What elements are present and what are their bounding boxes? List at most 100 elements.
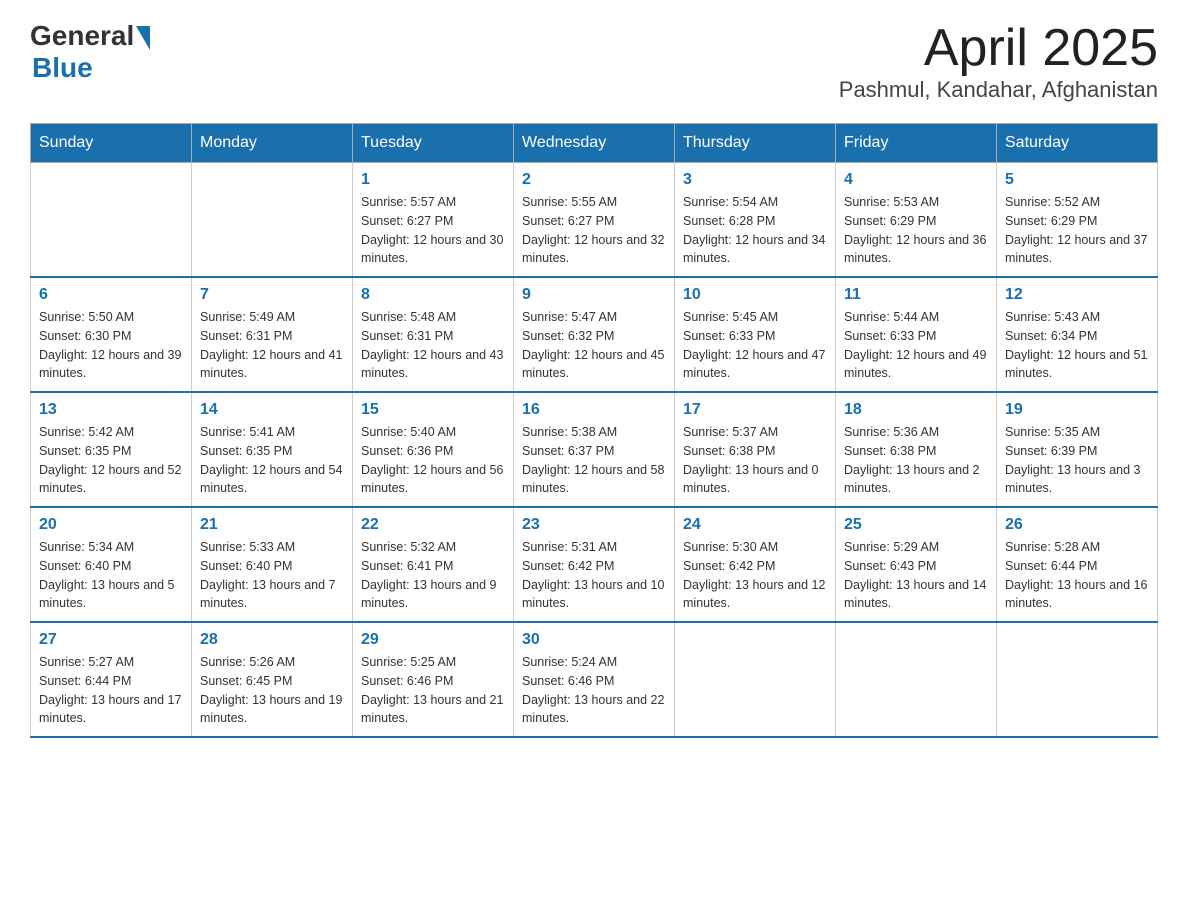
day-info: Sunrise: 5:54 AMSunset: 6:28 PMDaylight:… — [683, 193, 827, 268]
table-row: 20Sunrise: 5:34 AMSunset: 6:40 PMDayligh… — [31, 507, 192, 622]
calendar-title: April 2025 — [839, 20, 1158, 77]
col-sunday: Sunday — [31, 124, 192, 163]
day-number: 8 — [361, 286, 505, 304]
table-row: 25Sunrise: 5:29 AMSunset: 6:43 PMDayligh… — [836, 507, 997, 622]
day-info: Sunrise: 5:40 AMSunset: 6:36 PMDaylight:… — [361, 423, 505, 498]
table-row: 13Sunrise: 5:42 AMSunset: 6:35 PMDayligh… — [31, 392, 192, 507]
table-row: 7 Sunrise: 5:49 AMSunset: 6:31 PMDaylight… — [192, 277, 353, 392]
day-number: 20 — [39, 516, 183, 534]
day-info: Sunrise: 5:55 AMSunset: 6:27 PMDaylight:… — [522, 193, 666, 268]
day-number: 17 — [683, 401, 827, 419]
day-number: 7 — [200, 286, 344, 304]
day-number: 6 — [39, 286, 183, 304]
day-number: 24 — [683, 516, 827, 534]
table-row: 1 Sunrise: 5:57 AMSunset: 6:27 PMDaylight… — [353, 163, 514, 278]
table-row: 8 Sunrise: 5:48 AMSunset: 6:31 PMDaylight… — [353, 277, 514, 392]
day-info: Sunrise: 5:47 AMSunset: 6:32 PMDaylight:… — [522, 308, 666, 383]
day-info: Sunrise: 5:28 AMSunset: 6:44 PMDaylight:… — [1005, 538, 1149, 613]
table-row — [31, 163, 192, 278]
day-info: Sunrise: 5:36 AMSunset: 6:38 PMDaylight:… — [844, 423, 988, 498]
day-number: 18 — [844, 401, 988, 419]
table-row: 4 Sunrise: 5:53 AMSunset: 6:29 PMDaylight… — [836, 163, 997, 278]
day-number: 13 — [39, 401, 183, 419]
day-number: 28 — [200, 631, 344, 649]
day-number: 2 — [522, 171, 666, 189]
table-row: 28 Sunrise: 5:26 AMSunset: 6:45 PMDayligh… — [192, 622, 353, 737]
table-row: 11 Sunrise: 5:44 AMSunset: 6:33 PMDayligh… — [836, 277, 997, 392]
day-info: Sunrise: 5:35 AMSunset: 6:39 PMDaylight:… — [1005, 423, 1149, 498]
table-row: 17 Sunrise: 5:37 AMSunset: 6:38 PMDayligh… — [675, 392, 836, 507]
calendar-week-3: 13Sunrise: 5:42 AMSunset: 6:35 PMDayligh… — [31, 392, 1158, 507]
day-info: Sunrise: 5:49 AMSunset: 6:31 PMDaylight:… — [200, 308, 344, 383]
table-row — [997, 622, 1158, 737]
table-row: 21 Sunrise: 5:33 AMSunset: 6:40 PMDayligh… — [192, 507, 353, 622]
day-number: 1 — [361, 171, 505, 189]
calendar-table: Sunday Monday Tuesday Wednesday Thursday… — [30, 123, 1158, 738]
col-tuesday: Tuesday — [353, 124, 514, 163]
day-info: Sunrise: 5:41 AMSunset: 6:35 PMDaylight:… — [200, 423, 344, 498]
table-row: 26 Sunrise: 5:28 AMSunset: 6:44 PMDayligh… — [997, 507, 1158, 622]
calendar-week-4: 20Sunrise: 5:34 AMSunset: 6:40 PMDayligh… — [31, 507, 1158, 622]
day-info: Sunrise: 5:31 AMSunset: 6:42 PMDaylight:… — [522, 538, 666, 613]
table-row — [675, 622, 836, 737]
title-section: April 2025 Pashmul, Kandahar, Afghanista… — [839, 20, 1158, 103]
table-row: 18 Sunrise: 5:36 AMSunset: 6:38 PMDayligh… — [836, 392, 997, 507]
table-row: 29Sunrise: 5:25 AMSunset: 6:46 PMDayligh… — [353, 622, 514, 737]
table-row: 10Sunrise: 5:45 AMSunset: 6:33 PMDayligh… — [675, 277, 836, 392]
logo-triangle-icon — [136, 26, 150, 50]
day-number: 22 — [361, 516, 505, 534]
col-saturday: Saturday — [997, 124, 1158, 163]
day-number: 26 — [1005, 516, 1149, 534]
table-row: 22 Sunrise: 5:32 AMSunset: 6:41 PMDayligh… — [353, 507, 514, 622]
day-number: 3 — [683, 171, 827, 189]
logo-general-text: General — [30, 20, 134, 52]
day-number: 15 — [361, 401, 505, 419]
day-number: 14 — [200, 401, 344, 419]
table-row: 27 Sunrise: 5:27 AMSunset: 6:44 PMDayligh… — [31, 622, 192, 737]
calendar-header-row: Sunday Monday Tuesday Wednesday Thursday… — [31, 124, 1158, 163]
day-info: Sunrise: 5:27 AMSunset: 6:44 PMDaylight:… — [39, 653, 183, 728]
col-thursday: Thursday — [675, 124, 836, 163]
table-row: 6 Sunrise: 5:50 AMSunset: 6:30 PMDaylight… — [31, 277, 192, 392]
day-info: Sunrise: 5:30 AMSunset: 6:42 PMDaylight:… — [683, 538, 827, 613]
day-number: 11 — [844, 286, 988, 304]
day-info: Sunrise: 5:45 AMSunset: 6:33 PMDaylight:… — [683, 308, 827, 383]
day-number: 27 — [39, 631, 183, 649]
day-number: 23 — [522, 516, 666, 534]
day-info: Sunrise: 5:26 AMSunset: 6:45 PMDaylight:… — [200, 653, 344, 728]
logo-blue-text: Blue — [32, 52, 150, 84]
day-info: Sunrise: 5:32 AMSunset: 6:41 PMDaylight:… — [361, 538, 505, 613]
col-wednesday: Wednesday — [514, 124, 675, 163]
day-number: 21 — [200, 516, 344, 534]
table-row: 23 Sunrise: 5:31 AMSunset: 6:42 PMDayligh… — [514, 507, 675, 622]
day-info: Sunrise: 5:24 AMSunset: 6:46 PMDaylight:… — [522, 653, 666, 728]
day-info: Sunrise: 5:53 AMSunset: 6:29 PMDaylight:… — [844, 193, 988, 268]
table-row: 5Sunrise: 5:52 AMSunset: 6:29 PMDaylight… — [997, 163, 1158, 278]
day-number: 4 — [844, 171, 988, 189]
day-info: Sunrise: 5:37 AMSunset: 6:38 PMDaylight:… — [683, 423, 827, 498]
table-row — [836, 622, 997, 737]
table-row: 2 Sunrise: 5:55 AMSunset: 6:27 PMDaylight… — [514, 163, 675, 278]
day-info: Sunrise: 5:50 AMSunset: 6:30 PMDaylight:… — [39, 308, 183, 383]
day-number: 30 — [522, 631, 666, 649]
calendar-week-2: 6 Sunrise: 5:50 AMSunset: 6:30 PMDaylight… — [31, 277, 1158, 392]
calendar-subtitle: Pashmul, Kandahar, Afghanistan — [839, 77, 1158, 103]
col-friday: Friday — [836, 124, 997, 163]
day-info: Sunrise: 5:33 AMSunset: 6:40 PMDaylight:… — [200, 538, 344, 613]
day-number: 5 — [1005, 171, 1149, 189]
page-header: General Blue April 2025 Pashmul, Kandaha… — [30, 20, 1158, 103]
table-row — [192, 163, 353, 278]
table-row: 14 Sunrise: 5:41 AMSunset: 6:35 PMDayligh… — [192, 392, 353, 507]
calendar-week-1: 1 Sunrise: 5:57 AMSunset: 6:27 PMDaylight… — [31, 163, 1158, 278]
day-info: Sunrise: 5:48 AMSunset: 6:31 PMDaylight:… — [361, 308, 505, 383]
table-row: 15 Sunrise: 5:40 AMSunset: 6:36 PMDayligh… — [353, 392, 514, 507]
table-row: 16Sunrise: 5:38 AMSunset: 6:37 PMDayligh… — [514, 392, 675, 507]
day-info: Sunrise: 5:44 AMSunset: 6:33 PMDaylight:… — [844, 308, 988, 383]
day-info: Sunrise: 5:38 AMSunset: 6:37 PMDaylight:… — [522, 423, 666, 498]
day-number: 25 — [844, 516, 988, 534]
day-info: Sunrise: 5:57 AMSunset: 6:27 PMDaylight:… — [361, 193, 505, 268]
day-number: 9 — [522, 286, 666, 304]
table-row: 30 Sunrise: 5:24 AMSunset: 6:46 PMDayligh… — [514, 622, 675, 737]
table-row: 19Sunrise: 5:35 AMSunset: 6:39 PMDayligh… — [997, 392, 1158, 507]
calendar-week-5: 27 Sunrise: 5:27 AMSunset: 6:44 PMDayligh… — [31, 622, 1158, 737]
